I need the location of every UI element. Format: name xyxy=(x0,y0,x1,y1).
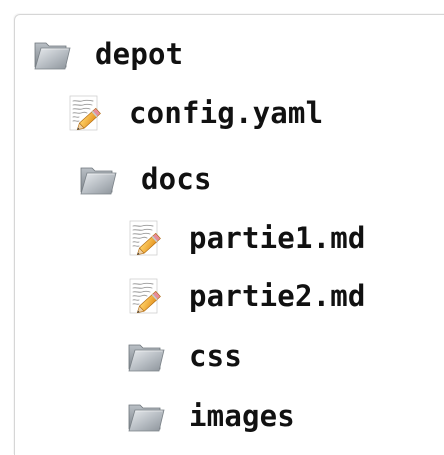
folder-icon xyxy=(32,34,72,74)
folder-icon xyxy=(126,336,166,376)
file-tree: depot config.yaml docs partie1.md partie… xyxy=(0,0,444,454)
folder-icon xyxy=(78,159,118,199)
tree-item-label: images xyxy=(189,398,295,433)
tree-item-css[interactable]: css xyxy=(126,332,242,380)
tree-item-label: css xyxy=(189,338,242,373)
tree-item-label: partie1.md xyxy=(189,220,366,255)
text-document-icon xyxy=(66,93,106,133)
tree-item-label: depot xyxy=(95,36,184,71)
text-document-icon xyxy=(126,276,166,316)
tree-item-partie2-md[interactable]: partie2.md xyxy=(126,272,366,320)
tree-item-images[interactable]: images xyxy=(126,392,295,440)
tree-item-label: partie2.md xyxy=(189,278,366,313)
tree-item-label: config.yaml xyxy=(129,95,324,130)
folder-icon xyxy=(126,396,166,436)
tree-item-docs[interactable]: docs xyxy=(78,155,212,203)
text-document-icon xyxy=(126,218,166,258)
tree-item-depot[interactable]: depot xyxy=(32,30,183,78)
tree-item-partie1-md[interactable]: partie1.md xyxy=(126,214,366,262)
tree-item-label: docs xyxy=(141,161,212,196)
tree-item-config-yaml[interactable]: config.yaml xyxy=(66,89,323,137)
